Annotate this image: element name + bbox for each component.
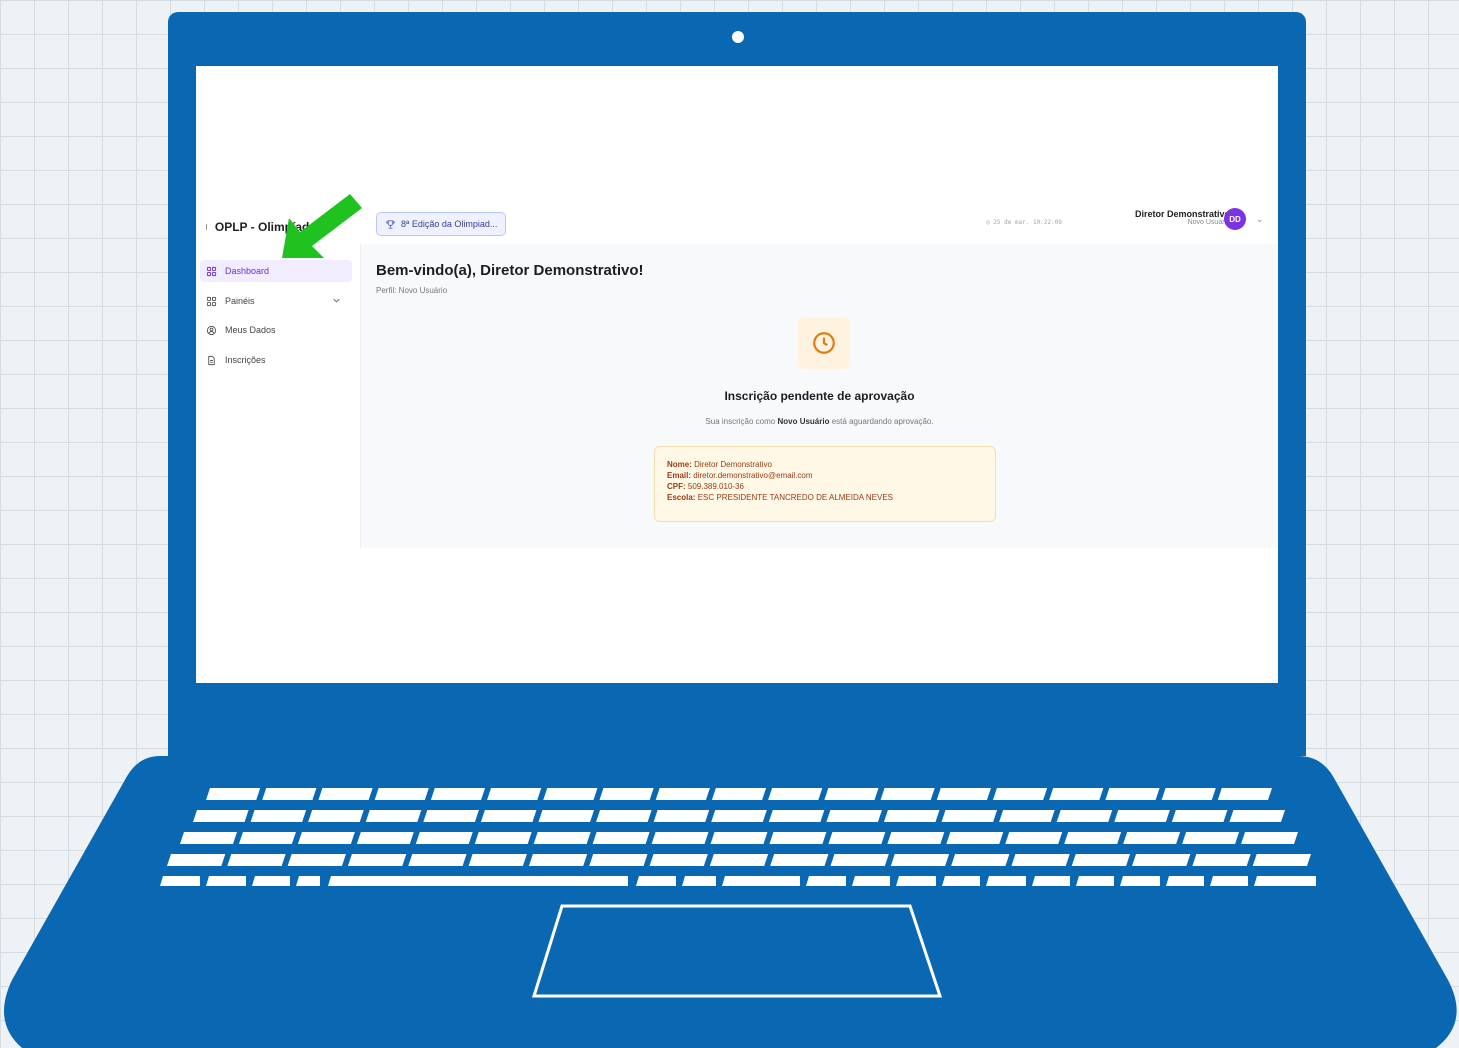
keyboard-key	[1182, 832, 1240, 844]
keyboard-key	[1166, 876, 1204, 886]
keyboard-key	[1120, 876, 1160, 886]
keyboard-key	[356, 832, 414, 844]
keyboard-key	[852, 876, 890, 886]
keyboard-key	[824, 788, 879, 800]
keyboard-key	[180, 832, 237, 844]
keyboard-key	[951, 854, 1010, 866]
keyboard-key	[992, 788, 1048, 800]
keyboard-key	[711, 810, 767, 822]
keyboard-key	[287, 854, 346, 866]
keyboard-key	[1132, 854, 1191, 866]
keyboard-key	[636, 876, 676, 886]
keyboard-key	[828, 832, 886, 844]
keyboard-key	[1076, 876, 1114, 886]
keyboard-key	[487, 788, 542, 800]
keyboard-key	[1056, 810, 1113, 822]
keyboard-key	[1171, 810, 1228, 822]
keyboard-key	[533, 832, 591, 844]
keyboard-key	[711, 788, 767, 800]
keyboard-key	[297, 832, 355, 844]
keyboard-key	[474, 832, 532, 844]
keyboard-key	[1005, 832, 1063, 844]
keyboard-key	[1032, 876, 1070, 886]
keyboard-key	[1071, 854, 1131, 866]
keyboard-key	[999, 810, 1055, 822]
keyboard-key	[1241, 832, 1298, 844]
keyboard-key	[768, 810, 825, 822]
keyboard-key	[318, 788, 373, 800]
keyboard-key	[227, 854, 286, 866]
keyboard-key	[528, 854, 588, 866]
keyboard-key	[252, 876, 290, 886]
keyboard-key	[1210, 876, 1248, 886]
keyboard-key	[986, 876, 1026, 886]
keyboard-key	[1105, 788, 1160, 800]
keyboard-key	[1192, 854, 1251, 866]
keyboard-key	[770, 854, 829, 866]
keyboard-key	[599, 788, 654, 800]
keyboard-key	[543, 788, 598, 800]
keyboard-key	[262, 788, 317, 800]
keyboard-key	[883, 810, 940, 822]
keyboard-key	[710, 832, 768, 844]
keyboard-key	[1049, 788, 1104, 800]
keyboard-key	[768, 788, 823, 800]
keyboard-key	[1252, 854, 1311, 866]
keyboard-key	[946, 832, 1004, 844]
keyboard-key	[468, 854, 527, 866]
keyboard-key	[942, 876, 980, 886]
keyboard-key	[1064, 832, 1122, 844]
keyboard-key	[167, 854, 226, 866]
keyboard-key	[890, 854, 950, 866]
keyboard-key	[1229, 810, 1285, 822]
keyboard-key	[880, 788, 935, 800]
keyboard-key	[1123, 832, 1181, 844]
keyboard-key	[596, 810, 652, 822]
keyboard-key	[769, 832, 827, 844]
keyboard-key	[238, 832, 296, 844]
keyboard-key	[538, 810, 595, 822]
keyboard-key	[1114, 810, 1170, 822]
keyboard-key	[830, 854, 889, 866]
keyboard-key	[682, 876, 716, 886]
keyboard-key	[423, 810, 479, 822]
keyboard-key	[160, 876, 200, 886]
keyboard-key	[941, 810, 998, 822]
keyboard-key	[296, 876, 320, 886]
keyboard-key	[430, 788, 486, 800]
keyboard-key	[374, 788, 429, 800]
keyboard-key	[206, 876, 246, 886]
keyboard-key	[592, 832, 650, 844]
keyboard-key	[1011, 854, 1070, 866]
keyboard-key	[347, 854, 407, 866]
keyboard-key	[193, 810, 249, 822]
keyboard-key	[415, 832, 473, 844]
keyboard-key	[651, 832, 709, 844]
keyboard-key	[1254, 876, 1316, 886]
keyboard-key	[408, 854, 467, 866]
keyboard-key	[328, 876, 628, 886]
laptop-base	[4, 756, 1457, 1048]
keyboard-key	[308, 810, 364, 822]
keyboard-key	[1217, 788, 1272, 800]
keyboard-key	[655, 788, 710, 800]
keyboard-key	[365, 810, 422, 822]
keyboard-key	[206, 788, 261, 800]
keyboard-key	[480, 810, 537, 822]
keyboard-key	[649, 854, 708, 866]
keyboard-key	[709, 854, 769, 866]
keyboard-key	[722, 876, 800, 886]
keyboard-key	[896, 876, 936, 886]
keyboard-key	[653, 810, 710, 822]
keyboard-key	[887, 832, 945, 844]
keyboard-key	[589, 854, 648, 866]
keyboard-key	[806, 876, 846, 886]
keyboard-key	[250, 810, 307, 822]
keyboard-key	[936, 788, 991, 800]
keyboard-key	[826, 810, 882, 822]
keyboard-key	[1161, 788, 1216, 800]
